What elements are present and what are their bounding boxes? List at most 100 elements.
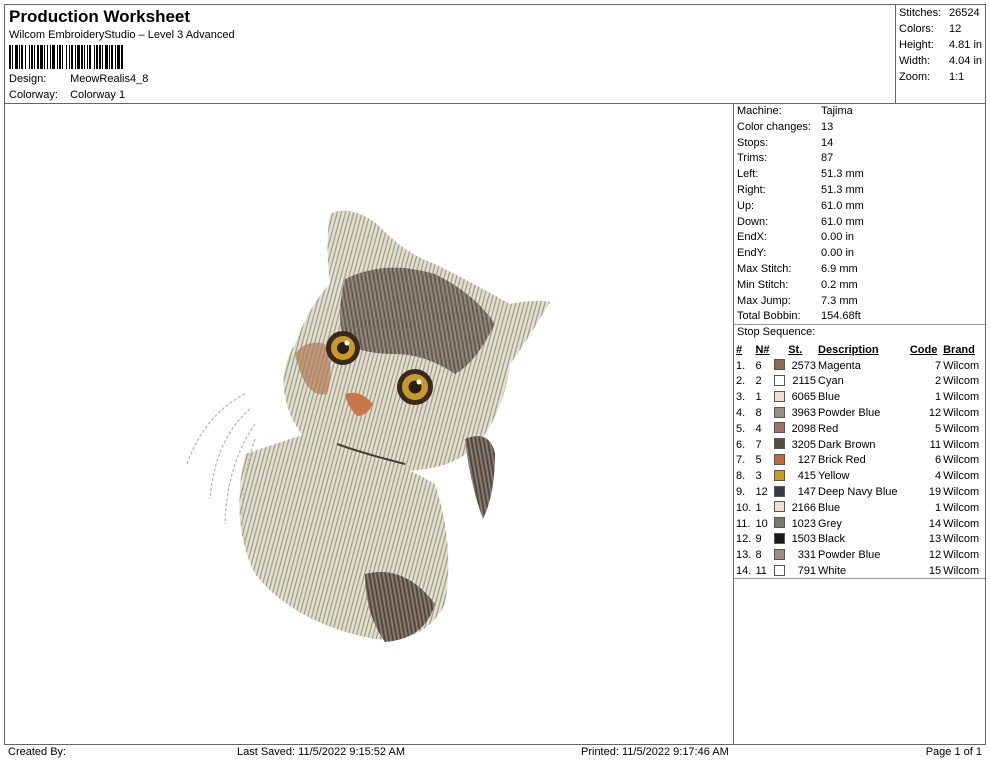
page-title: Production Worksheet (9, 7, 191, 26)
row-code: 11 (929, 438, 942, 451)
info-label: Down: (737, 215, 769, 228)
row-num: 6. (736, 438, 746, 451)
table-row: 5. 4 2098 Red 5 Wilcom (735, 421, 985, 437)
row-swatch (773, 484, 788, 500)
stat-value: 26524 (949, 7, 980, 19)
row-needle: 10 (755, 517, 768, 530)
info-row: Up: 61.0 mm (737, 200, 864, 212)
color-swatch (773, 438, 785, 450)
row-swatch (773, 500, 788, 516)
info-row: Left: 51.3 mm (737, 168, 864, 180)
barcode-icon (9, 45, 123, 69)
table-row: 12. 9 1503 Black 13 Wilcom (735, 532, 985, 548)
row-stitches: 1023 (791, 517, 817, 530)
colorway-label: Colorway: (9, 89, 58, 101)
row-num: 2. (736, 375, 746, 388)
row-stitches: 1503 (791, 533, 817, 546)
info-label: Max Jump: (737, 294, 791, 307)
row-stitches: 415 (797, 470, 817, 483)
info-row: Min Stitch: 0.2 mm (737, 279, 858, 291)
row-code: 1 (934, 391, 942, 404)
design-label: Design: (9, 73, 47, 85)
row-stitches: 3205 (791, 438, 817, 451)
software-name: Wilcom EmbroideryStudio – Level 3 Advanc… (9, 29, 235, 41)
colorway-row: Colorway: Colorway 1 (9, 89, 125, 101)
row-needle: 7 (755, 438, 762, 451)
divider (734, 324, 985, 325)
info-value: 87 (821, 152, 834, 165)
row-swatch (773, 437, 788, 453)
row-description: Cyan (818, 375, 844, 388)
color-swatch (773, 359, 785, 371)
info-value: 154.68ft (821, 310, 861, 323)
color-swatch (773, 374, 785, 386)
info-row: Color changes: 13 (737, 121, 833, 133)
info-row: Stops: 14 (737, 137, 833, 149)
row-num: 5. (736, 422, 746, 435)
row-swatch (773, 389, 788, 405)
row-brand: Wilcom (943, 454, 980, 467)
row-swatch (773, 547, 788, 563)
info-value: 6.9 mm (821, 263, 858, 275)
row-swatch (773, 358, 788, 374)
info-row: Total Bobbin: 154.68ft (737, 310, 861, 322)
row-num: 14. (736, 565, 752, 578)
info-value: 0.00 in (821, 231, 855, 244)
row-code: 5 (934, 422, 942, 435)
info-label: Color changes: (737, 120, 811, 133)
row-needle: 9 (755, 533, 762, 546)
info-label: Stops: (737, 136, 769, 149)
info-value: 7.3 mm (821, 294, 858, 307)
row-brand: Wilcom (943, 486, 980, 499)
row-stitches: 147 (797, 486, 817, 499)
row-brand: Wilcom (943, 470, 980, 483)
info-label: Total Bobbin: (737, 310, 801, 323)
stat-label: Stitches: (899, 7, 942, 19)
row-description: Powder Blue (818, 407, 881, 420)
row-brand: Wilcom (943, 517, 980, 530)
row-code: 12 (928, 407, 942, 420)
row-swatch (773, 516, 788, 532)
table-row: 6. 7 3205 Dark Brown 11 Wilcom (735, 437, 985, 453)
created-by: Created By: (8, 746, 67, 758)
table-row: 11. 10 1023 Grey 14 Wilcom (735, 516, 985, 532)
row-num: 9. (736, 486, 746, 499)
color-swatch (773, 501, 785, 513)
row-stitches: 331 (797, 549, 817, 562)
stat-label: Zoom: (899, 71, 931, 83)
row-stitches: 2573 (791, 359, 817, 372)
divider (734, 578, 985, 579)
row-description: Grey (818, 517, 842, 530)
info-label: Up: (737, 199, 755, 212)
info-label: Max Stitch: (737, 263, 792, 275)
row-code: 14 (928, 517, 942, 530)
row-code: 2 (934, 375, 942, 388)
table-row: 14. 11 791 White 15 Wilcom (735, 563, 985, 579)
row-brand: Wilcom (943, 359, 980, 372)
info-row: Right: 51.3 mm (737, 184, 864, 196)
row-brand: Wilcom (943, 565, 980, 578)
row-description: Yellow (818, 470, 850, 483)
row-num: 11. (736, 517, 751, 530)
row-needle: 5 (755, 454, 762, 467)
row-stitches: 6065 (791, 391, 817, 404)
row-description: Blue (818, 501, 841, 514)
stat-row: Stitches: 26524 (899, 7, 980, 19)
info-row: Machine: Tajima (737, 105, 853, 117)
stop-sequence-title: Stop Sequence: (737, 326, 816, 338)
row-swatch (773, 405, 788, 421)
row-needle: 1 (755, 391, 762, 404)
row-swatch (773, 563, 788, 579)
row-needle: 4 (755, 422, 762, 435)
right-eye-highlight (416, 379, 422, 385)
row-num: 7. (736, 454, 746, 467)
table-row: 2. 2 2115 Cyan 2 Wilcom (735, 374, 985, 390)
info-row: Max Jump: 7.3 mm (737, 295, 858, 307)
row-brand: Wilcom (943, 391, 980, 404)
table-row: 1. 6 2573 Magenta 7 Wilcom (735, 358, 985, 374)
row-needle: 8 (755, 407, 762, 420)
stat-label: Width: (899, 55, 931, 67)
col-brand: Brand (943, 343, 975, 356)
col-st: St. (788, 343, 803, 356)
row-num: 12. (736, 533, 752, 546)
